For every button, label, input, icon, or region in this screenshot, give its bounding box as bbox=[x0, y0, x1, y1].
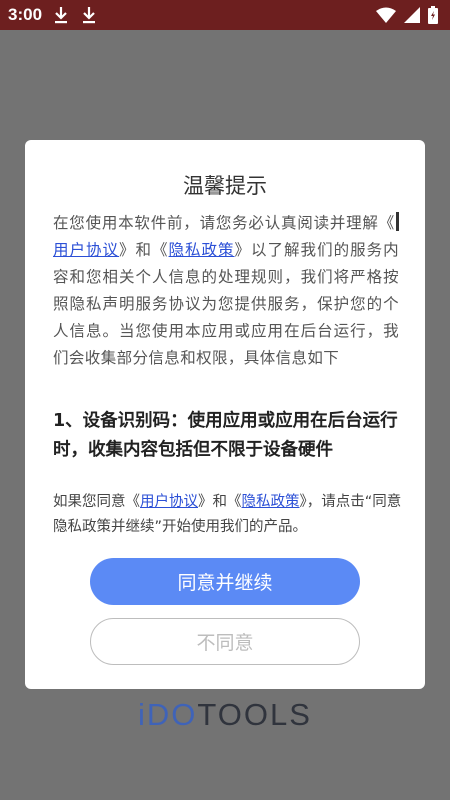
signal-icon bbox=[404, 7, 420, 23]
intro-prefix: 在您使用本软件前，请您务必认真阅读并理解《 bbox=[53, 214, 395, 232]
download-icon bbox=[83, 7, 96, 24]
agree-and: 》和《 bbox=[198, 494, 242, 510]
agree-privacy-policy-link[interactable]: 隐私政策 bbox=[242, 494, 300, 510]
text-cursor bbox=[396, 212, 399, 231]
status-time: 3:00 bbox=[8, 5, 43, 24]
status-bar: 3:00 bbox=[0, 0, 450, 30]
download-icon bbox=[55, 7, 68, 24]
brand-logo: iDOTOOLS bbox=[0, 697, 450, 733]
disagree-button[interactable]: 不同意 bbox=[90, 618, 360, 665]
status-icons bbox=[376, 6, 438, 24]
agree-user-agreement-link[interactable]: 用户协议 bbox=[140, 494, 198, 510]
wifi-icon bbox=[376, 7, 396, 23]
brand-logo-accent: iDO bbox=[138, 697, 198, 732]
dialog-title: 温馨提示 bbox=[183, 174, 267, 198]
agree-continue-button[interactable]: 同意并继续 bbox=[90, 558, 360, 605]
agree-prefix: 如果您同意《 bbox=[53, 494, 140, 510]
intro-suffix: 》以了解我们的服务内容和您相关个人信息的处理规则，我们将严格按照隐私声明服务协议… bbox=[53, 241, 399, 367]
intro-text: 在您使用本软件前，请您务必认真阅读并理解《用户协议》和《隐私政策》以了解我们的服… bbox=[53, 210, 399, 372]
section-device-id: 1、设备识别码：使用应用或应用在后台运行时，收集内容包括但不限于设备硬件 bbox=[53, 411, 398, 460]
user-agreement-link[interactable]: 用户协议 bbox=[53, 241, 119, 259]
privacy-policy-link[interactable]: 隐私政策 bbox=[169, 241, 235, 259]
brand-logo-rest: TOOLS bbox=[197, 697, 312, 732]
intro-and: 》和《 bbox=[119, 241, 169, 259]
battery-icon bbox=[428, 6, 438, 24]
agree-note: 如果您同意《用户协议》和《隐私政策》，请点击“同意隐私政策并继续”开始使用我们的… bbox=[53, 490, 403, 540]
privacy-dialog: 温馨提示 在您使用本软件前，请您务必认真阅读并理解《用户协议》和《隐私政策》以了… bbox=[25, 140, 425, 689]
